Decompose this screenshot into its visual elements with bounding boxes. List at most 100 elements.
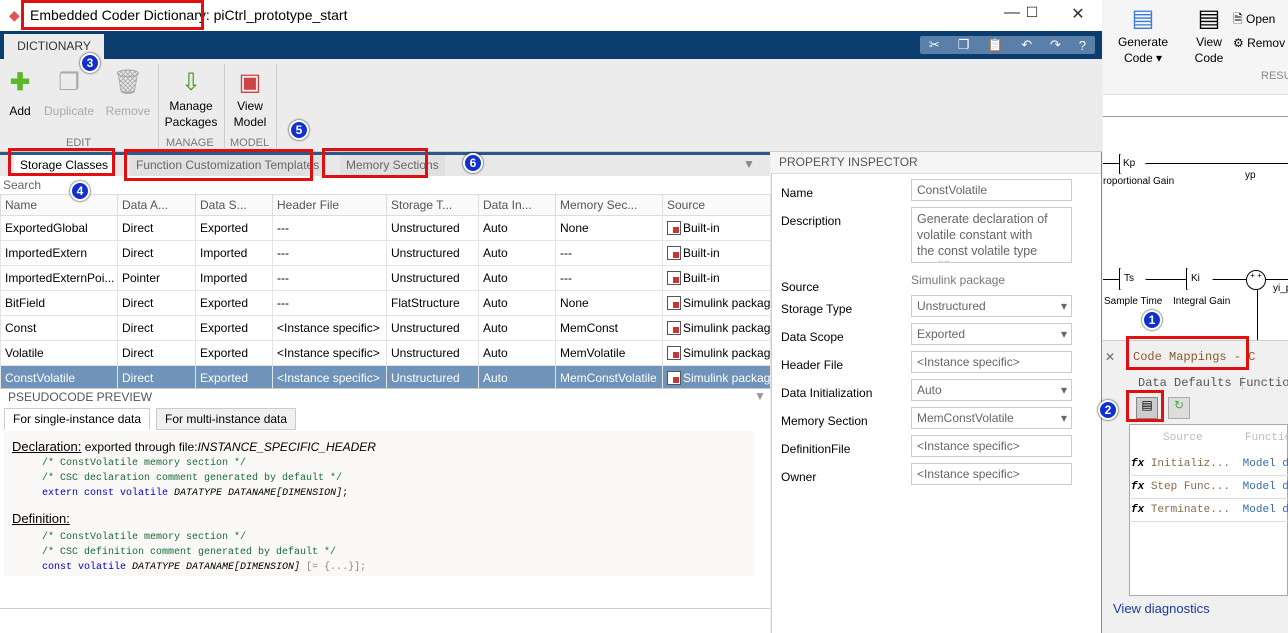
tab-single-instance[interactable]: For single-instance data: [4, 408, 151, 430]
table-cell: Unstructured: [386, 365, 479, 391]
table-cell: Exported: [195, 215, 273, 241]
source-icon: [667, 346, 681, 361]
ki-gain-block[interactable]: Ki: [1186, 268, 1214, 290]
highlight-box: [21, 0, 204, 30]
table-row[interactable]: ConstVolatile Direct Exported <Instance spe…: [0, 365, 771, 391]
search-input[interactable]: Search: [0, 176, 770, 194]
table-cell: FlatStructure: [386, 290, 479, 316]
manage-group-label: MANAGE: [166, 137, 214, 149]
property-field[interactable]: Generate declaration of volatile constan…: [911, 207, 1072, 263]
quick-access-toolbar: ✂ ❐ 📋 ↶ ↷?: [920, 36, 1095, 54]
column-header[interactable]: Name: [0, 194, 118, 216]
annotation-badge: 1: [1142, 310, 1162, 330]
undo-icon[interactable]: ↶: [1021, 37, 1032, 53]
generate-code-button[interactable]: ▤ Generate Code ▾: [1113, 4, 1173, 66]
table-cell: Built-in: [662, 265, 771, 291]
table-cell: Built-in: [662, 240, 771, 266]
ts-gain-block[interactable]: Ts: [1119, 268, 1147, 290]
column-header[interactable]: Data S...: [195, 194, 273, 216]
add-button[interactable]: ✚ Add: [6, 68, 34, 119]
table-cell: Auto: [478, 265, 556, 291]
column-header[interactable]: Header File: [272, 194, 387, 216]
panel-menu-icon[interactable]: ▼: [754, 389, 766, 403]
table-cell: Simulink package: [662, 315, 771, 341]
table-cell: ImportedExtern: [0, 240, 118, 266]
property-label: Source: [781, 280, 820, 294]
maximize-button[interactable]: ☐: [1012, 4, 1052, 28]
model-group-label: MODEL: [230, 137, 270, 149]
table-cell: None: [555, 290, 663, 316]
pseudocode-title: PSEUDOCODE PREVIEW: [8, 390, 153, 404]
property-label: Memory Section: [781, 414, 868, 428]
property-field[interactable]: <Instance specific>: [911, 351, 1072, 373]
view-diagnostics-link[interactable]: View diagnostics: [1113, 601, 1210, 616]
refresh-icon[interactable]: ↻: [1168, 397, 1190, 419]
column-header[interactable]: Data In...: [478, 194, 556, 216]
cut-icon[interactable]: ✂: [929, 37, 940, 53]
table-cell: ---: [555, 240, 663, 266]
code-mapping-row[interactable]: fx Terminate... Model defa: [1131, 499, 1288, 522]
simulink-editor-background: ▤ Generate Code ▾ ▤ View Code 🗎 Open ⚙ Remov…: [1103, 0, 1288, 633]
copy-icon[interactable]: ❐: [958, 37, 970, 53]
table-row[interactable]: BitField Direct Exported --- FlatStructure Au…: [0, 290, 771, 316]
duplicate-button[interactable]: ❐ Duplicate: [42, 68, 96, 119]
remove-button[interactable]: ⚙ Remov: [1233, 36, 1285, 50]
help-icon[interactable]: ?: [1079, 38, 1086, 53]
view-model-button[interactable]: ▣ View Model: [228, 68, 272, 130]
storage-classes-table: Name Data A... Data S... Header File Storage…: [0, 194, 771, 391]
property-field[interactable]: ConstVolatile: [911, 179, 1072, 201]
column-header[interactable]: Memory Sec...: [555, 194, 663, 216]
property-dropdown[interactable]: Auto: [911, 379, 1072, 401]
plus-icon: ✚: [9, 69, 31, 96]
sum-block[interactable]: + +: [1246, 270, 1266, 290]
table-cell: ---: [272, 215, 387, 241]
trash-icon: 🗑: [112, 69, 144, 96]
property-label: Name: [781, 186, 814, 200]
code-mapping-row[interactable]: fx Initializ... Model defa: [1131, 453, 1288, 476]
table-cell: Auto: [478, 340, 556, 366]
table-row[interactable]: ImportedExternPoi... Pointer Imported --- Un…: [0, 265, 771, 291]
source-icon: [667, 321, 681, 336]
close-button[interactable]: ✕: [1058, 4, 1098, 28]
table-cell: Auto: [478, 290, 556, 316]
view-code-button[interactable]: ▤ View Code: [1191, 4, 1227, 66]
table-cell: Direct: [117, 340, 196, 366]
redo-icon[interactable]: ↷: [1050, 37, 1061, 53]
table-cell: ---: [272, 240, 387, 266]
source-icon: [667, 221, 681, 236]
manage-packages-button[interactable]: ⇩ Manage Packages: [164, 68, 218, 130]
property-field[interactable]: <Instance specific>: [911, 463, 1072, 485]
table-cell: Direct: [117, 290, 196, 316]
property-dropdown[interactable]: MemConstVolatile: [911, 407, 1072, 429]
table-row[interactable]: ExportedGlobal Direct Exported --- Unstructu…: [0, 215, 771, 241]
property-label: Header File: [781, 358, 844, 372]
property-label: Owner: [781, 470, 817, 484]
table-cell: Imported: [195, 240, 273, 266]
close-icon[interactable]: ✕: [1105, 350, 1115, 364]
property-label: Storage Type: [781, 302, 853, 316]
tab-multi-instance[interactable]: For multi-instance data: [156, 408, 297, 430]
open-button[interactable]: 🗎 Open: [1233, 10, 1275, 31]
source-icon: [667, 271, 681, 286]
table-row[interactable]: Volatile Direct Exported <Instance specific…: [0, 340, 771, 366]
property-dropdown[interactable]: Unstructured: [911, 295, 1072, 317]
table-row[interactable]: Const Direct Exported <Instance specific> Un…: [0, 315, 771, 341]
kp-gain-block[interactable]: Kp: [1119, 154, 1147, 174]
paste-icon[interactable]: 📋: [987, 37, 1003, 53]
table-cell: Unstructured: [386, 315, 479, 341]
table-cell: Unstructured: [386, 240, 479, 266]
panel-menu-icon[interactable]: ▼: [743, 157, 755, 171]
remove-button[interactable]: 🗑 Remove: [104, 68, 152, 119]
tab-data-defaults[interactable]: Data Defaults: [1128, 376, 1243, 390]
table-row[interactable]: ImportedExtern Direct Imported --- Unstructu…: [0, 240, 771, 266]
highlight-box: [8, 148, 115, 176]
property-field[interactable]: <Instance specific>: [911, 435, 1072, 457]
table-cell: Pointer: [117, 265, 196, 291]
table-cell: None: [555, 215, 663, 241]
column-header[interactable]: Data A...: [117, 194, 196, 216]
column-header[interactable]: Storage T...: [386, 194, 479, 216]
tab-function[interactable]: Function: [1239, 376, 1288, 390]
property-dropdown[interactable]: Exported: [911, 323, 1072, 345]
column-header[interactable]: Source: [662, 194, 771, 216]
code-mapping-row[interactable]: fx Step Func... Model defa: [1131, 476, 1288, 499]
